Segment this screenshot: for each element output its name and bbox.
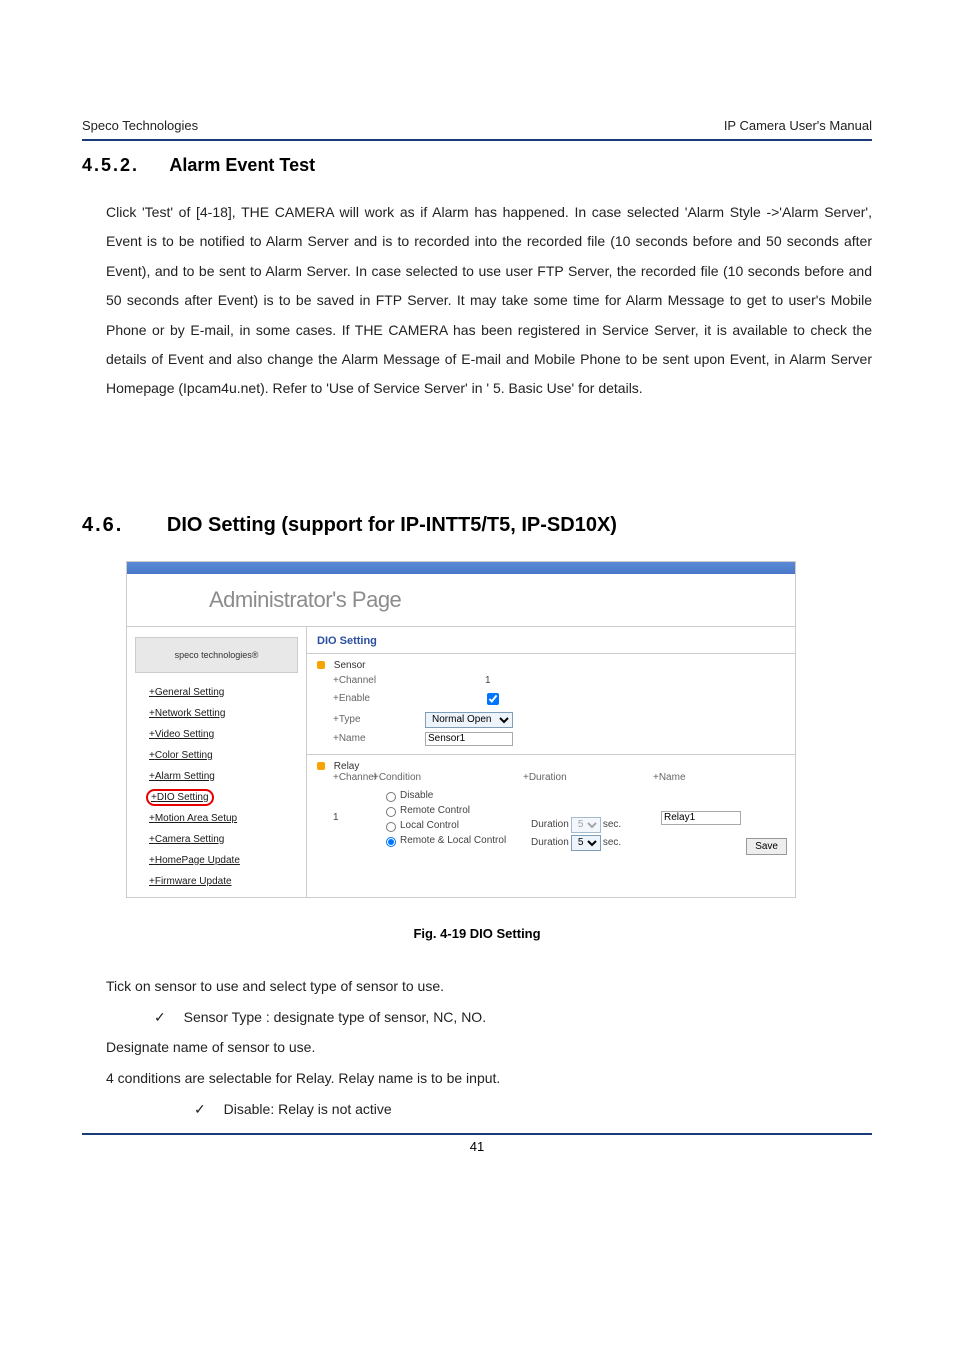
relay-cond-remote-radio[interactable] [386,807,396,817]
figure-dio-setting: Administrator's Page speco technologies®… [126,561,796,898]
relay-name-input[interactable] [661,811,741,825]
sidebar-item-firmware-update[interactable]: +Firmware Update [149,876,298,887]
sensor-name-input[interactable] [425,732,513,746]
sensor-enable-label: +Enable [333,693,405,704]
relay-h-condition: +Condition [373,772,523,783]
section-title: Alarm Event Test [169,155,315,175]
figure-caption: Fig. 4-19 DIO Setting [82,926,872,941]
bullet-icon [317,661,325,669]
section-heading: 4.5.2. Alarm Event Test [82,155,872,176]
sidebar-item-motion-area-setup[interactable]: +Motion Area Setup [149,813,298,824]
relay-label: Relay [334,761,360,772]
desc-line-5: ✓ Disable: Relay is not active [194,1094,872,1125]
check-icon: ✓ [154,1009,166,1025]
sidebar: speco technologies® +General Setting +Ne… [127,627,307,897]
figure-top-bar [127,562,795,574]
main-heading: 4.6. DIO Setting (support for IP-INTT5/T… [82,514,872,537]
relay-cond-remote-local-radio[interactable] [386,837,396,847]
check-icon: ✓ [194,1101,206,1117]
sensor-type-label: +Type [333,714,405,725]
sensor-type-select[interactable]: Normal Open [425,712,513,728]
main-number: 4.6. [82,514,123,536]
relay-duration-label: Duration [531,837,569,848]
relay-h-duration: +Duration [523,772,653,783]
sidebar-item-network-setting[interactable]: +Network Setting [149,708,298,719]
relay-duration-unit: sec. [603,837,621,848]
desc-line-2: ✓ Sensor Type : designate type of sensor… [154,1002,872,1033]
sidebar-logo: speco technologies® [135,637,298,673]
sensor-label: Sensor [334,660,366,671]
sensor-channel-value: 1 [485,675,491,686]
relay-block: Relay +Channel +Condition +Duration +Nam… [307,755,795,861]
panel-title: DIO Setting [307,627,795,654]
section-number: 4.5.2. [82,155,139,175]
relay-duration-label: Duration [531,819,569,830]
header-left: Speco Technologies [82,118,198,133]
relay-h-name: +Name [653,772,753,783]
relay-table-header: +Channel +Condition +Duration +Name [317,772,785,783]
sensor-name-label: +Name [333,733,405,744]
relay-duration-rl-select[interactable]: 5 [571,835,601,851]
page-header: Speco Technologies IP Camera User's Manu… [82,118,872,133]
sidebar-item-dio-setting[interactable]: +DIO Setting [149,792,211,803]
bullet-icon [317,762,325,770]
header-rule [82,139,872,141]
relay-duration-unit: sec. [603,819,621,830]
admin-page-title: Administrator's Page [209,587,401,613]
header-right: IP Camera User's Manual [724,118,872,133]
sensor-enable-checkbox[interactable] [487,693,499,705]
sidebar-item-video-setting[interactable]: +Video Setting [149,729,298,740]
relay-duration-local-select[interactable]: 5 [571,817,601,833]
figure-title-row: Administrator's Page [127,574,795,627]
sidebar-item-color-setting[interactable]: +Color Setting [149,750,298,761]
relay-cond-disable-radio[interactable] [386,792,396,802]
save-button[interactable]: Save [746,838,787,855]
sensor-block: Sensor +Channel 1 +Enable +Type [307,654,795,755]
main-title: DIO Setting (support for IP-INTT5/T5, IP… [167,514,617,536]
sidebar-item-homepage-update[interactable]: +HomePage Update [149,855,298,866]
desc-line-1: Tick on sensor to use and select type of… [106,971,872,1002]
relay-channel-value: 1 [333,812,373,823]
desc-line-4: 4 conditions are selectable for Relay. R… [106,1063,872,1094]
page-number: 41 [82,1139,872,1154]
relay-cond-local-radio[interactable] [386,822,396,832]
relay-row: 1 Disable Remote Control Local Control R… [317,783,785,853]
desc-line-3: Designate name of sensor to use. [106,1032,872,1063]
description-block: Tick on sensor to use and select type of… [106,971,872,1125]
relay-h-channel: +Channel [333,772,373,783]
sidebar-item-alarm-setting[interactable]: +Alarm Setting [149,771,298,782]
sidebar-item-camera-setting[interactable]: +Camera Setting [149,834,298,845]
section-body: Click 'Test' of [4-18], THE CAMERA will … [106,198,872,404]
main-panel: DIO Setting Sensor +Channel 1 +Enable [307,627,795,897]
footer-rule [82,1133,872,1135]
sensor-channel-label: +Channel [333,675,405,686]
sidebar-item-general-setting[interactable]: +General Setting [149,687,298,698]
